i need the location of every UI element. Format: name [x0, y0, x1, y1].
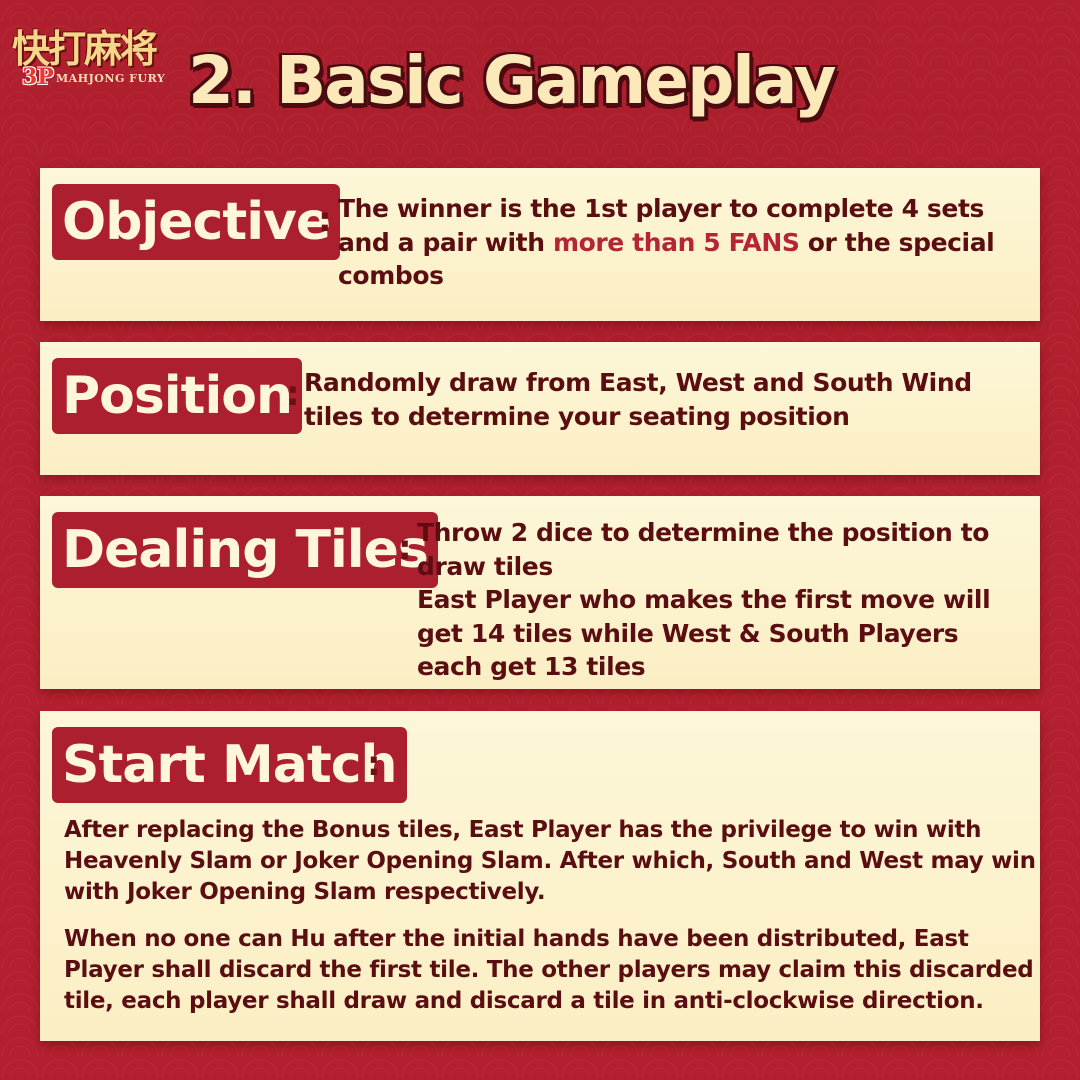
start-match-label: Start Match — [52, 727, 407, 803]
objective-card: Objective : The winner is the 1st player… — [40, 168, 1040, 321]
objective-description: The winner is the 1st player to complete… — [338, 192, 1028, 293]
dealing-tiles-line-2: East Player who makes the first move wil… — [417, 585, 991, 681]
position-colon: : — [286, 374, 300, 414]
dealing-tiles-colon: : — [398, 528, 412, 568]
position-label: Position — [52, 358, 303, 434]
objective-colon: : — [318, 200, 332, 240]
dealing-tiles-description: Throw 2 dice to determine the position t… — [417, 516, 1029, 684]
logo-english-text: MAHJONG FURY — [56, 72, 166, 85]
position-card: Position : Randomly draw from East, West… — [40, 342, 1040, 475]
position-description: Randomly draw from East, West and South … — [304, 368, 972, 431]
logo-3p-badge: 3P — [22, 64, 54, 90]
dealing-tiles-label: Dealing Tiles — [52, 512, 438, 588]
start-match-card: Start Match : After replacing the Bonus … — [40, 711, 1040, 1041]
objective-label: Objective — [52, 184, 341, 260]
dealing-tiles-line-1: Throw 2 dice to determine the position t… — [417, 518, 990, 581]
page-title: 2. Basic Gameplay — [188, 42, 836, 119]
objective-highlight: more than 5 FANS — [552, 227, 800, 257]
dealing-tiles-card: Dealing Tiles : Throw 2 dice to determin… — [40, 496, 1040, 689]
start-match-paragraph-2: When no one can Hu after the initial han… — [64, 926, 1034, 1014]
mahjong-fury-logo: 快打麻将 3P MAHJONG FURY — [8, 18, 178, 90]
start-match-paragraph-1: After replacing the Bonus tiles, East Pl… — [64, 817, 1036, 905]
start-match-colon: : — [367, 744, 381, 784]
